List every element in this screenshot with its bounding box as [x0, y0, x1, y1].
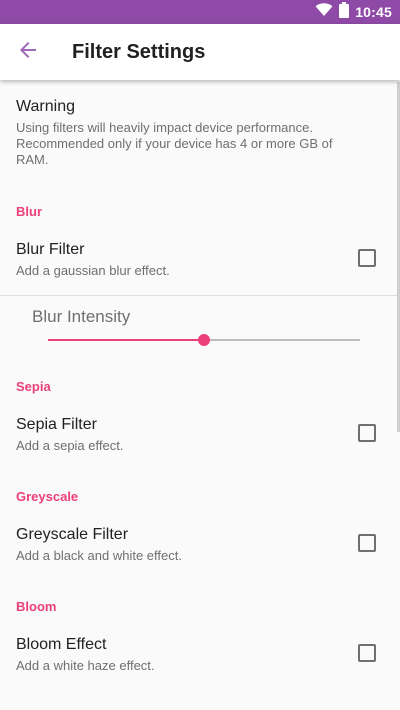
category-blur: Blur — [16, 204, 42, 219]
sepia-filter-checkbox[interactable] — [358, 424, 376, 442]
blur-filter-checkbox[interactable] — [358, 249, 376, 267]
greyscale-filter-preference[interactable]: Greyscale Filter Add a black and white e… — [16, 525, 328, 564]
bloom-effect-preference[interactable]: Bloom Effect Add a white haze effect. — [16, 635, 328, 674]
warning-summary: Using filters will heavily impact device… — [16, 120, 333, 167]
blur-intensity-thumb[interactable] — [198, 334, 210, 346]
blur-filter-title: Blur Filter — [16, 241, 85, 258]
bloom-effect-summary: Add a white haze effect. — [16, 658, 155, 673]
blur-filter-preference[interactable]: Blur Filter Add a gaussian blur effect. — [16, 240, 328, 279]
category-bloom: Bloom — [16, 599, 57, 614]
warning-title: Warning — [16, 98, 75, 115]
settings-list: Warning Using filters will heavily impac… — [0, 80, 400, 710]
sepia-filter-summary: Add a sepia effect. — [16, 438, 124, 453]
bloom-effect-checkbox[interactable] — [358, 644, 376, 662]
wifi-icon — [315, 2, 333, 22]
status-time: 10:45 — [355, 4, 392, 20]
status-icons: 10:45 — [315, 0, 392, 24]
sepia-filter-preference[interactable]: Sepia Filter Add a sepia effect. — [16, 415, 328, 454]
bloom-effect-title: Bloom Effect — [16, 636, 107, 653]
greyscale-filter-title: Greyscale Filter — [16, 526, 129, 543]
app-bar: Filter Settings — [0, 24, 400, 80]
greyscale-filter-checkbox[interactable] — [358, 534, 376, 552]
page-title: Filter Settings — [72, 41, 206, 63]
back-button[interactable] — [8, 32, 48, 72]
warning-preference[interactable]: Warning Using filters will heavily impac… — [16, 97, 384, 168]
category-sepia: Sepia — [16, 379, 51, 394]
arrow-back-icon — [16, 38, 40, 67]
status-bar: 10:45 — [0, 0, 400, 24]
category-greyscale: Greyscale — [16, 489, 79, 504]
battery-icon — [339, 1, 350, 23]
blur-intensity-fill — [48, 339, 204, 341]
sepia-filter-title: Sepia Filter — [16, 416, 97, 433]
greyscale-filter-summary: Add a black and white effect. — [16, 548, 182, 563]
blur-intensity-slider[interactable] — [48, 334, 360, 346]
blur-intensity-label: Blur Intensity — [32, 307, 131, 326]
divider — [0, 295, 400, 296]
blur-filter-summary: Add a gaussian blur effect. — [16, 263, 170, 278]
